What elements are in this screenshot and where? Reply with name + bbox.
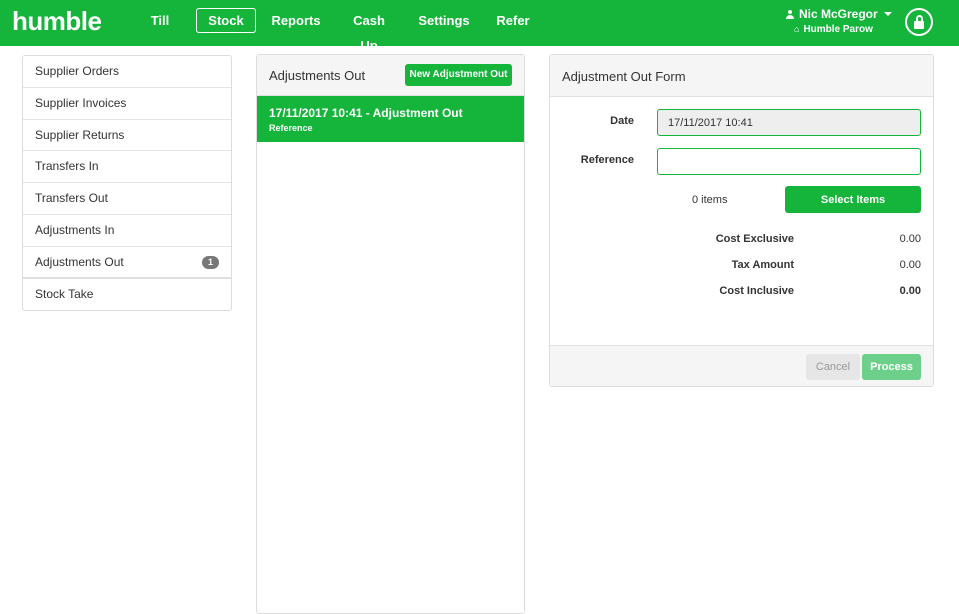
list-item[interactable]: 17/11/2017 10:41 - Adjustment Out Refere… bbox=[257, 96, 524, 142]
reference-label: Reference bbox=[580, 154, 634, 166]
caret-down-icon bbox=[883, 12, 892, 16]
user-menu[interactable]: Nic McGregor ⌂ Humble Parow bbox=[786, 7, 896, 35]
lock-button[interactable] bbox=[905, 8, 933, 36]
form-footer: Cancel Process bbox=[550, 345, 933, 386]
sidebar-item-transfers-in[interactable]: Transfers In bbox=[23, 151, 231, 184]
user-name: Nic McGregor bbox=[799, 7, 878, 21]
sidebar-item-label: Transfers Out bbox=[35, 191, 108, 206]
sidebar-item-adjustments-out[interactable]: Adjustments Out 1 bbox=[23, 247, 231, 279]
list-item-title: 17/11/2017 10:41 - Adjustment Out bbox=[269, 106, 463, 120]
sidebar-item-transfers-out[interactable]: Transfers Out bbox=[23, 183, 231, 215]
cost-exclusive-value: 0.00 bbox=[899, 233, 921, 245]
reference-field[interactable] bbox=[657, 148, 921, 175]
form-header: Adjustment Out Form bbox=[550, 55, 933, 97]
sidebar-item-supplier-invoices[interactable]: Supplier Invoices bbox=[23, 88, 231, 120]
cost-exclusive-label: Cost Exclusive bbox=[715, 233, 794, 245]
nav-reports[interactable]: Reports bbox=[270, 8, 322, 33]
nav-settings[interactable]: Settings bbox=[417, 8, 471, 33]
sidebar-item-adjustments-in[interactable]: Adjustments In bbox=[23, 215, 231, 247]
user-icon bbox=[786, 10, 794, 19]
stock-sidebar: Supplier Orders Supplier Invoices Suppli… bbox=[22, 55, 232, 312]
nav-stock[interactable]: Stock bbox=[196, 8, 256, 33]
list-panel-header: Adjustments Out New Adjustment Out bbox=[257, 55, 524, 96]
tax-amount-label: Tax Amount bbox=[731, 259, 794, 271]
nav-refer[interactable]: Refer bbox=[493, 8, 533, 33]
sidebar-item-label: Adjustments In bbox=[35, 222, 115, 237]
form-title: Adjustment Out Form bbox=[562, 69, 686, 84]
cancel-button[interactable]: Cancel bbox=[806, 354, 860, 380]
process-button[interactable]: Process bbox=[862, 354, 921, 380]
sidebar-item-label: Supplier Orders bbox=[35, 64, 120, 78]
sidebar-item-stock-take[interactable]: Stock Take bbox=[23, 279, 231, 311]
sidebar-item-label: Supplier Returns bbox=[35, 127, 125, 142]
list-panel-title: Adjustments Out bbox=[269, 68, 366, 83]
new-adjustment-out-button[interactable]: New Adjustment Out bbox=[405, 64, 512, 86]
count-badge: 1 bbox=[202, 255, 219, 269]
sidebar-item-supplier-returns[interactable]: Supplier Returns bbox=[23, 120, 231, 152]
date-field[interactable] bbox=[657, 109, 921, 136]
cost-inclusive-value: 0.00 bbox=[899, 285, 921, 297]
items-count: 0 items bbox=[692, 194, 728, 206]
date-label: Date bbox=[610, 115, 634, 127]
home-icon: ⌂ bbox=[794, 24, 800, 34]
sidebar-item-label: Supplier Invoices bbox=[35, 95, 127, 110]
adjustment-out-form: Adjustment Out Form Date Reference 0 ite… bbox=[549, 54, 934, 387]
nav-cash-up[interactable]: Cash Up bbox=[343, 8, 395, 53]
tax-amount-value: 0.00 bbox=[899, 259, 921, 271]
store-name: Humble Parow bbox=[803, 24, 873, 35]
humble-logo[interactable]: humble bbox=[12, 6, 102, 37]
sidebar-item-label: Transfers In bbox=[35, 159, 99, 174]
sidebar-item-label: Adjustments Out bbox=[35, 254, 124, 269]
list-item-subtitle: Reference bbox=[269, 123, 313, 133]
top-navbar: humble Till Stock Reports Cash Up Settin… bbox=[0, 0, 959, 53]
sidebar-item-supplier-orders[interactable]: Supplier Orders bbox=[23, 56, 231, 88]
nav-till[interactable]: Till bbox=[143, 8, 177, 33]
cost-inclusive-label: Cost Inclusive bbox=[719, 285, 794, 297]
sidebar-item-label: Stock Take bbox=[35, 286, 94, 301]
select-items-button[interactable]: Select Items bbox=[785, 186, 921, 213]
adjustments-list-panel: Adjustments Out New Adjustment Out 17/11… bbox=[256, 54, 525, 614]
